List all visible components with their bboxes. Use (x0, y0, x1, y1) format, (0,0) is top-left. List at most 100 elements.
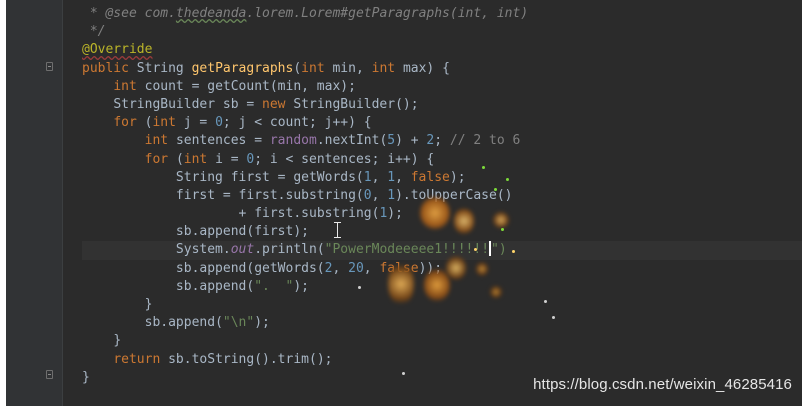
screenshot-frame: * @see com.thedeanda.lorem.Lorem#getPara… (0, 0, 808, 408)
code-token: ( (293, 60, 302, 76)
code-token: first = first.substring( (175, 187, 364, 203)
code-token: com. (144, 6, 176, 21)
code-token: "PowerModeeeee1!!!!!! (324, 242, 490, 258)
code-token: ); (254, 315, 270, 331)
code-token: 1 (387, 187, 396, 203)
code-token: 0 (215, 115, 223, 131)
code-token: ); (387, 206, 403, 222)
code-line[interactable]: int count = getCount(min, max); (82, 78, 802, 96)
code-token: ") (491, 242, 507, 258)
code-line[interactable]: String first = getWords(1, 1, false); (82, 169, 802, 187)
code-token: sb.append( (175, 278, 255, 294)
code-token: ; i < sentences; i++) { (254, 151, 435, 167)
code-token: thedeanda (175, 6, 247, 21)
code-line[interactable]: for (int j = 0; j < count; j++) { (82, 114, 802, 132)
fold-marker-icon[interactable] (46, 62, 53, 71)
code-line[interactable]: for (int i = 0; i < sentences; i++) { (82, 151, 802, 169)
fold-marker-icon[interactable] (46, 370, 53, 379)
text-cursor-icon (333, 222, 342, 238)
code-token: sentences = (175, 133, 270, 149)
code-token: min, (332, 60, 372, 76)
code-token: int (152, 115, 184, 131)
code-token: 1 (387, 169, 396, 185)
code-token: sb.toString().trim(); (168, 351, 333, 367)
code-line[interactable]: * @see com.thedeanda.lorem.Lorem#getPara… (82, 5, 802, 23)
code-token: } (82, 369, 90, 385)
code-line[interactable]: + first.substring(1); (82, 205, 802, 223)
code-area[interactable]: * @see com.thedeanda.lorem.Lorem#getPara… (82, 5, 802, 387)
code-token: .println( (254, 242, 325, 258)
code-token: // 2 to 6 (449, 133, 521, 149)
code-token: 1 (363, 169, 372, 185)
code-token: count = getCount(min, max); (144, 78, 356, 94)
code-token: ) + (395, 133, 427, 149)
code-token: max) { (402, 60, 450, 76)
code-token: * @see (82, 6, 145, 21)
code-token: , (371, 169, 388, 185)
code-line[interactable]: sb.append(first); (82, 223, 802, 241)
code-line[interactable]: int sentences = random.nextInt(5) + 2; /… (82, 132, 802, 150)
code-token: } (113, 333, 122, 349)
code-line[interactable]: first = first.substring(0, 1).toUpperCas… (82, 187, 802, 205)
code-token: String first = getWords( (175, 169, 364, 185)
code-token: int (371, 60, 403, 76)
code-token: int (144, 133, 176, 149)
code-line[interactable]: System.out.println("PowerModeeeee1!!!!!!… (82, 241, 802, 260)
code-token: 5 (387, 133, 396, 149)
code-token: i = (215, 151, 247, 167)
code-token: .lorem.Lorem#getParagraphs(int, int) (246, 6, 529, 21)
code-line[interactable]: StringBuilder sb = new StringBuilder(); (82, 96, 802, 114)
code-token: getParagraphs (191, 60, 294, 76)
code-token: , (363, 260, 380, 276)
code-token: ; (434, 133, 450, 149)
code-token: ); (293, 278, 309, 294)
code-line[interactable]: sb.append(". "); (82, 278, 802, 296)
code-token: ; j < count; j++) { (222, 115, 372, 131)
watermark: https://blog.csdn.net/weixin_46285416 (533, 376, 792, 393)
code-token: public (82, 60, 137, 76)
code-token: "\n" (222, 315, 255, 331)
code-line[interactable]: sb.append(getWords(2, 20, false)); (82, 260, 802, 278)
code-token: System. (175, 242, 231, 258)
code-token: out (230, 242, 255, 258)
code-token: int (183, 151, 216, 167)
code-token: for (113, 115, 145, 131)
code-token: false (410, 169, 450, 185)
code-line[interactable]: public String getParagraphs(int min, int… (82, 60, 802, 78)
code-token: 0 (363, 187, 372, 203)
code-line[interactable]: } (82, 296, 802, 314)
code-token: .nextInt( (316, 133, 388, 149)
code-token: } (144, 297, 153, 312)
code-line[interactable]: sb.append("\n"); (82, 314, 802, 332)
code-token: j = (183, 115, 216, 131)
code-token: StringBuilder(); (293, 96, 419, 112)
code-token: + first.substring( (238, 206, 380, 222)
editor-gutter (6, 0, 63, 406)
code-token: ". " (254, 278, 294, 294)
code-line[interactable]: @Override (82, 41, 802, 59)
code-line[interactable]: return sb.toString().trim(); (82, 351, 802, 369)
code-token: sb.append( (144, 315, 223, 331)
code-token: return (113, 351, 169, 367)
code-token: false (379, 260, 419, 276)
code-token: , (332, 260, 349, 276)
code-line[interactable]: } (82, 332, 802, 350)
code-editor[interactable]: * @see com.thedeanda.lorem.Lorem#getPara… (6, 0, 802, 406)
code-token: random (269, 133, 317, 149)
code-token: ( (175, 151, 184, 167)
code-line[interactable]: */ (82, 23, 802, 41)
code-token: @Override (82, 42, 153, 58)
